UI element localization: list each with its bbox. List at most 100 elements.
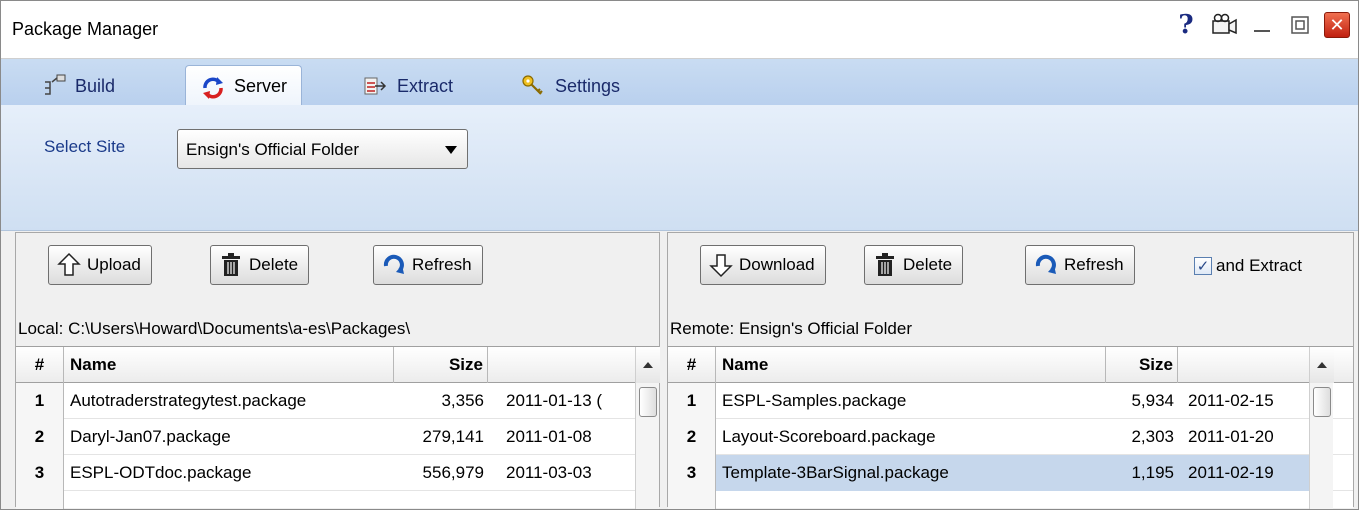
local-path-label: Local: C:\Users\Howard\Documents\a-es\Pa…	[18, 319, 411, 338]
table-row-selected[interactable]: 3 Template-3BarSignal.package 1,195 2011…	[668, 455, 1353, 491]
row-number: 3	[668, 455, 716, 491]
row-number	[668, 491, 716, 509]
file-name: Template-3BarSignal.package	[722, 463, 949, 482]
close-icon[interactable]: ✕	[1324, 12, 1350, 38]
local-file-table: # Name Size 1 Autotraderstrategytest.pac…	[16, 346, 660, 509]
trash-icon	[219, 252, 243, 278]
remote-refresh-button[interactable]: Refresh	[1025, 245, 1135, 285]
tab-label: Build	[75, 75, 116, 96]
dropdown-arrow-icon[interactable]	[445, 146, 457, 154]
scroll-up-arrow-icon[interactable]	[1310, 347, 1334, 383]
table-row[interactable]: 2 Layout-Scoreboard.package 2,303 2011-0…	[668, 419, 1353, 455]
file-name: Layout-Scoreboard.package	[722, 427, 936, 446]
row-number: 2	[16, 419, 64, 455]
refresh-button-label: Refresh	[412, 255, 472, 274]
select-site-label: Select Site	[44, 137, 126, 156]
file-date: 2011-01-13 (	[506, 391, 603, 410]
table-row[interactable]: 2 Daryl-Jan07.package 279,141 2011-01-08	[16, 419, 659, 455]
refresh-button-label: Refresh	[1064, 255, 1124, 274]
refresh-icon	[1034, 252, 1058, 278]
download-button-label: Download	[739, 255, 815, 274]
local-scrollbar[interactable]	[635, 347, 660, 509]
file-date: 2011-02-19	[1188, 463, 1274, 482]
tab-extract[interactable]: Extract	[349, 67, 467, 105]
row-number: 1	[16, 383, 64, 419]
table-row[interactable]: 1 ESPL-Samples.package 5,934 2011-02-15	[668, 383, 1353, 419]
file-size: 279,141	[422, 427, 484, 446]
column-header-size[interactable]: Size	[1106, 347, 1178, 383]
camera-icon[interactable]	[1210, 11, 1238, 39]
extract-icon	[363, 74, 389, 98]
table-row	[668, 491, 1353, 509]
column-header-size[interactable]: Size	[394, 347, 488, 383]
file-size: 1,195	[1131, 463, 1174, 482]
tab-label: Server	[234, 76, 288, 96]
column-header-num[interactable]: #	[668, 347, 716, 383]
scroll-thumb[interactable]	[1313, 387, 1331, 417]
file-name: ESPL-Samples.package	[722, 391, 907, 410]
and-extract-checkbox[interactable]: ✓ and Extract	[1194, 256, 1302, 276]
maximize-icon[interactable]	[1286, 11, 1314, 39]
delete-button-label: Delete	[249, 255, 299, 274]
file-size: 2,303	[1131, 427, 1174, 446]
table-row[interactable]: 1 Autotraderstrategytest.package 3,356 2…	[16, 383, 659, 419]
remote-path-label: Remote: Ensign's Official Folder	[670, 319, 912, 338]
local-delete-button[interactable]: Delete	[210, 245, 310, 285]
keys-icon	[521, 74, 547, 98]
file-size: 3,356	[441, 391, 484, 410]
trash-icon	[873, 252, 897, 278]
remote-delete-button[interactable]: Delete	[864, 245, 964, 285]
file-size: 556,979	[422, 463, 484, 482]
site-select-dropdown[interactable]: Ensign's Official Folder	[177, 129, 468, 169]
file-date: 2011-01-20	[1188, 427, 1274, 446]
help-icon[interactable]: ?	[1172, 10, 1200, 40]
download-button[interactable]: Download	[700, 245, 826, 285]
table-header: # Name Size	[668, 347, 1353, 383]
remote-scrollbar[interactable]	[1309, 347, 1334, 509]
file-name: Daryl-Jan07.package	[70, 427, 231, 446]
tab-label: Extract	[397, 75, 454, 96]
column-header-num[interactable]: #	[16, 347, 64, 383]
column-header-name[interactable]: Name	[64, 347, 394, 383]
remote-file-table: # Name Size 1 ESPL-Samples.package 5,934…	[668, 346, 1353, 509]
upload-arrow-icon	[57, 252, 81, 278]
file-name: ESPL-ODTdoc.package	[70, 463, 252, 482]
table-row[interactable]: 3 ESPL-ODTdoc.package 556,979 2011-03-03	[16, 455, 659, 491]
checkbox-check-icon[interactable]: ✓	[1194, 257, 1212, 275]
tab-settings[interactable]: Settings	[507, 67, 634, 105]
server-panel: Select Site Ensign's Official Folder	[1, 105, 1358, 231]
table-row	[16, 491, 659, 509]
file-date: 2011-03-03	[506, 463, 592, 482]
refresh-icon	[382, 252, 406, 278]
remote-panel: Download Delete Refresh ✓ and Extract Re…	[667, 232, 1354, 509]
local-refresh-button[interactable]: Refresh	[373, 245, 483, 285]
title-bar-controls: ? ✕	[1172, 10, 1350, 40]
tab-label: Settings	[555, 75, 621, 96]
row-number	[16, 491, 64, 509]
file-date: 2011-01-08	[506, 427, 592, 446]
and-extract-label: and Extract	[1216, 256, 1302, 275]
file-size: 5,934	[1131, 391, 1174, 410]
site-select-value: Ensign's Official Folder	[186, 140, 360, 159]
download-arrow-icon	[709, 252, 733, 278]
upload-button-label: Upload	[87, 255, 141, 274]
local-panel: Upload Delete Refresh Local: C:\Users\Ho…	[15, 232, 660, 509]
tab-server[interactable]: Server	[185, 65, 303, 107]
row-number: 3	[16, 455, 64, 491]
scroll-thumb[interactable]	[639, 387, 657, 417]
row-number: 2	[668, 419, 716, 455]
file-date: 2011-02-15	[1188, 391, 1274, 410]
delete-button-label: Delete	[903, 255, 953, 274]
upload-button[interactable]: Upload	[48, 245, 152, 285]
file-name: Autotraderstrategytest.package	[70, 391, 307, 410]
tab-strip: Build Server Extract Settings	[1, 59, 1358, 107]
tab-build[interactable]: Build	[27, 67, 129, 105]
refresh-cycle-icon	[200, 75, 226, 99]
minimize-icon[interactable]	[1248, 11, 1276, 39]
build-icon	[41, 74, 67, 98]
scroll-up-arrow-icon[interactable]	[636, 347, 660, 383]
row-number: 1	[668, 383, 716, 419]
window-title: Package Manager	[12, 19, 159, 39]
title-bar: Package Manager ? ✕	[1, 1, 1358, 59]
column-header-name[interactable]: Name	[716, 347, 1106, 383]
